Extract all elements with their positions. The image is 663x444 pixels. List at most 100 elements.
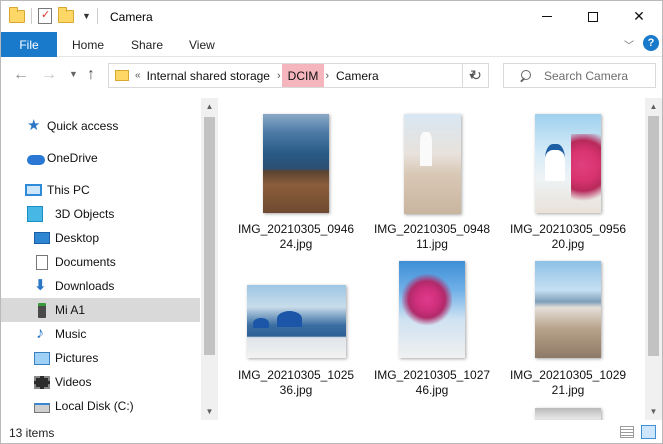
scroll-up-icon[interactable]: ▲ [645,98,662,115]
status-bar: 13 items [1,421,662,443]
file-name-line2: 20.jpg [551,237,585,251]
file-name-line2: 11.jpg [416,237,448,251]
sidebar-item-3d-objects[interactable]: 3D Objects [1,202,200,226]
sidebar-item-mi-a1[interactable]: Mi A1 [1,298,200,322]
refresh-button[interactable]: ↻ [462,63,489,88]
large-icons-view-icon[interactable] [641,425,656,439]
file-name-line1: IMG_20210305_0946 [237,222,355,236]
toolbar-divider [31,8,32,24]
sidebar-item-label: Pictures [55,351,99,365]
tab-home[interactable]: Home [72,32,104,57]
file-name-line2: 24.jpg [279,237,313,251]
window-title: Camera [110,10,153,24]
image-thumbnail [263,114,329,213]
sidebar-item-this-pc[interactable]: This PC [1,178,200,202]
sidebar-item-desktop[interactable]: Desktop [1,226,200,250]
item-count: 13 items [9,426,55,440]
sidebar-item-label: Documents [55,255,116,269]
address-bar[interactable]: « Internal shared storage › DCIM › Camer… [108,63,489,88]
tab-view[interactable]: View [189,32,215,57]
sidebar-item-label: OneDrive [47,151,98,165]
file-name-line2: 36.jpg [279,383,313,397]
sidebar-item-music[interactable]: ♪ Music [1,322,200,346]
minimize-button[interactable] [524,1,570,32]
file-name-line1: IMG_20210305_1029 [509,368,627,382]
close-button[interactable]: ✕ [616,1,662,32]
file-list: IMG_20210305_0946 24.jpg IMG_20210305_09… [219,98,644,420]
maximize-button[interactable] [570,1,616,32]
search-icon [519,69,531,82]
sidebar-item-documents[interactable]: Documents [1,250,200,274]
image-thumbnail [535,114,601,213]
sidebar-item-label: Desktop [55,231,100,245]
sidebar-item-label: Videos [55,375,92,389]
scrollbar-thumb[interactable] [648,116,659,356]
local-disk-icon [34,403,50,413]
file-name-line1: IMG_20210305_1025 [237,368,355,382]
minimize-icon [542,16,552,17]
file-name-line1: IMG_20210305_1027 [373,368,491,382]
toolbar-divider [96,8,98,24]
tab-share[interactable]: Share [131,32,163,57]
breadcrumb-camera[interactable]: Camera [330,64,385,87]
quick-access-star-icon: ★ [27,117,41,134]
tab-file[interactable]: File [1,32,57,57]
close-icon: ✕ [633,8,645,24]
navigation-pane-scrollbar[interactable]: ▲ ▼ [201,98,218,420]
back-button[interactable]: ← [13,66,29,84]
search-placeholder: Search Camera [544,68,629,83]
image-thumbnail [404,114,461,214]
image-thumbnail[interactable] [535,408,601,420]
properties-icon[interactable] [38,8,52,24]
recent-locations-chevron-icon[interactable]: ▼ [69,69,78,79]
new-folder-icon[interactable] [58,6,74,23]
desktop-icon [34,232,50,244]
scroll-down-icon[interactable]: ▼ [645,403,662,420]
sidebar-item-local-disk[interactable]: Local Disk (C:) [1,394,200,418]
customize-toolbar-chevron-icon[interactable]: ▼ [82,11,91,21]
file-name-line2: 46.jpg [415,383,449,397]
videos-icon [34,375,50,389]
navigation-pane: ★ Quick access OneDrive This PC 3D Objec… [1,98,200,420]
maximize-icon [588,11,598,22]
quick-access-toolbar: ▼ [9,6,98,24]
scrollbar-thumb[interactable] [204,117,215,355]
scroll-down-icon[interactable]: ▼ [201,403,218,420]
title-bar: ▼ Camera ✕ [1,1,662,32]
sidebar-item-onedrive[interactable]: OneDrive [1,146,200,170]
up-button[interactable]: ↑ [87,66,95,84]
sidebar-item-label: Downloads [55,279,115,293]
ribbon-tabs: File Home Share View ﹀ ? [1,32,662,57]
sidebar-item-label: 3D Objects [55,207,115,221]
sidebar-item-label: This PC [47,183,90,197]
sidebar-item-label: Mi A1 [55,303,86,317]
search-input[interactable]: Search Camera [503,63,656,88]
scroll-up-icon[interactable]: ▲ [201,98,218,115]
3d-objects-icon [27,206,43,222]
sidebar-item-videos[interactable]: Videos [1,370,200,394]
help-icon[interactable]: ? [643,35,659,51]
expand-ribbon-chevron-icon[interactable]: ﹀ [624,37,634,52]
forward-button[interactable]: → [41,66,57,84]
sidebar-item-label: Quick access [47,119,119,133]
onedrive-cloud-icon [27,154,45,165]
file-name-line1: IMG_20210305_0956 [509,222,627,236]
folder-icon [115,70,129,81]
file-name-line1: IMG_20210305_0948 [373,222,491,236]
sidebar-item-quick-access[interactable]: ★ Quick access [1,114,200,138]
sidebar-item-label: Local Disk (C:) [55,399,134,413]
downloads-icon: ⬇ [34,277,47,294]
image-thumbnail [247,285,346,358]
phone-device-icon [38,302,46,318]
file-list-scrollbar[interactable]: ▲ ▼ [645,98,662,420]
sidebar-item-pictures[interactable]: Pictures [1,346,200,370]
documents-icon [36,254,48,270]
sidebar-item-downloads[interactable]: ⬇ Downloads [1,274,200,298]
details-view-icon[interactable] [620,426,634,438]
file-name-line2: 21.jpg [551,383,585,397]
breadcrumb-dcim[interactable]: DCIM [281,64,325,87]
breadcrumb-internal-shared-storage[interactable]: Internal shared storage [141,64,276,87]
folder-icon [9,6,25,23]
explorer-window: ▼ Camera ✕ File Home Share View ﹀ ? ← → … [0,0,663,444]
image-thumbnail [535,261,601,358]
